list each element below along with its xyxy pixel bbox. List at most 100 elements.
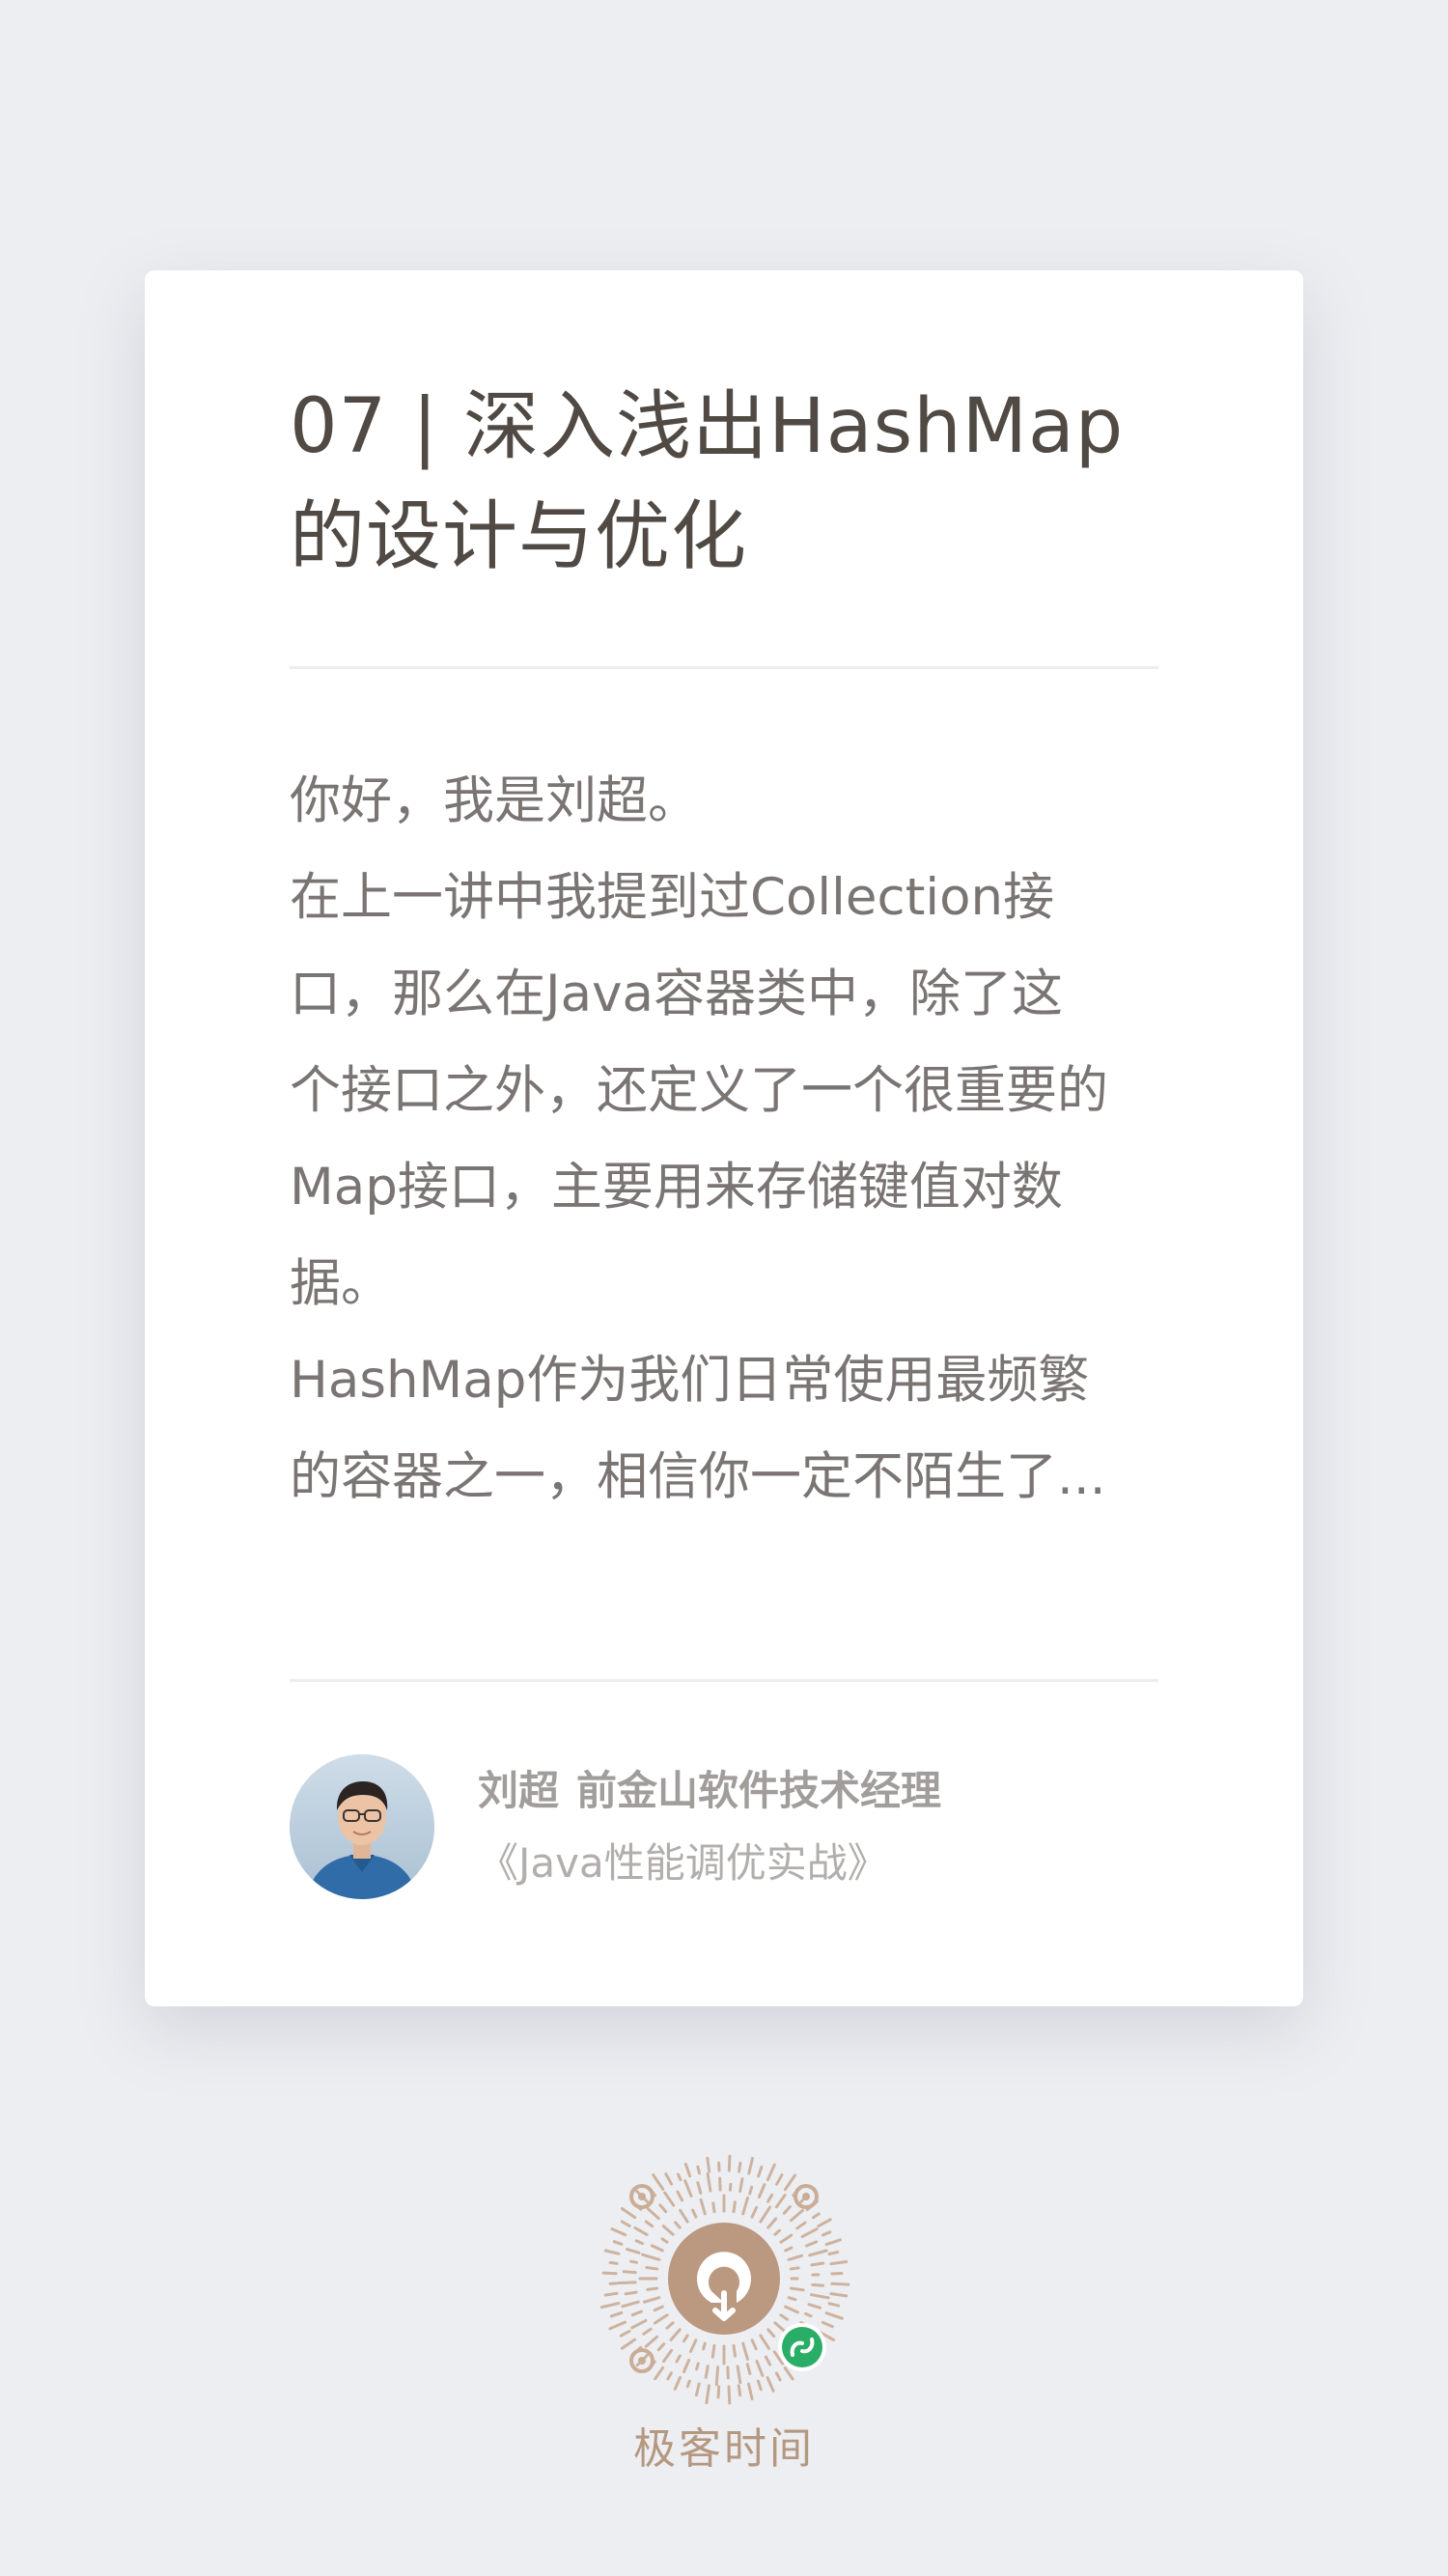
qr-dash (821, 2230, 832, 2237)
qr-dash (645, 2266, 659, 2271)
qr-dash (716, 2385, 721, 2399)
qr-dash (824, 2238, 842, 2247)
qr-dash (674, 2221, 682, 2229)
qr-dash (766, 2163, 776, 2182)
qr-dash (683, 2162, 692, 2178)
qr-dash (784, 2246, 794, 2253)
qr-dash (699, 2198, 707, 2216)
qr-dash (727, 2385, 732, 2405)
brand-name: 极客时间 (633, 2424, 815, 2474)
qr-dash (741, 2197, 749, 2216)
qr-dash (824, 2311, 844, 2320)
qr-dash (805, 2240, 819, 2248)
qr-dash (812, 2212, 821, 2220)
qr-dash (728, 2182, 733, 2192)
qr-dash (795, 2221, 807, 2230)
excerpt-line: 个接口之外，还定义了一个很重要的 (290, 1061, 1108, 1120)
qr-dash (682, 2359, 691, 2373)
qr-dash (608, 2260, 619, 2265)
qr-dash (619, 2329, 631, 2338)
qr-dash (710, 2343, 716, 2359)
qr-dash (766, 2376, 775, 2393)
qr-dash (750, 2338, 758, 2351)
qr-dash (783, 2366, 794, 2381)
qr-dash (747, 2382, 754, 2401)
qr-dash (669, 2328, 682, 2341)
qr-dash (658, 2203, 668, 2214)
qr-dash (811, 2282, 825, 2287)
qr-dash (620, 2220, 631, 2227)
qr-dash (603, 2249, 621, 2255)
qr-dash (656, 2342, 666, 2352)
qr-dash (827, 2251, 840, 2255)
excerpt-line: HashMap作为我们日常使用最频繁 (290, 1351, 1090, 1410)
qr-dash (622, 2270, 637, 2275)
qr-dash (696, 2181, 703, 2195)
article-title: 07 | 深入浅出HashMap 的设计与优化 (290, 372, 1158, 592)
qr-dash (704, 2365, 710, 2379)
qr-dash (641, 2253, 661, 2261)
qr-dash (624, 2290, 638, 2296)
qr-dash (766, 2193, 774, 2203)
qr-dash (808, 2249, 828, 2257)
qr-dash (664, 2172, 674, 2186)
mini-program-code[interactable] (594, 2148, 854, 2409)
mini-program-code-icon (599, 2154, 850, 2405)
course-name: 《Java性能调优实战》 (478, 1839, 888, 1887)
author-divider (290, 1679, 1158, 1682)
qr-dash (789, 2266, 800, 2271)
author-name: 刘超 (478, 1767, 560, 1814)
qr-dash (643, 2296, 661, 2304)
author-name-line: 刘超 前金山软件技术经理 (478, 1764, 941, 1818)
qr-dash (737, 2384, 742, 2397)
qr-dash (644, 2220, 654, 2228)
qr-dash (646, 2207, 660, 2221)
qr-dash (718, 2176, 722, 2192)
qr-dash (677, 2172, 682, 2181)
qr-dash (784, 2305, 799, 2314)
qr-dash (804, 2311, 813, 2318)
qr-dash (689, 2338, 698, 2353)
qr-dash (779, 2233, 794, 2244)
qr-dash (654, 2313, 669, 2325)
qr-dash (732, 2200, 737, 2214)
qr-dash (665, 2321, 675, 2330)
qr-dash (755, 2360, 765, 2377)
excerpt-line: Map接口，主要用来存储键值对数 (290, 1158, 1063, 1217)
qr-dash (741, 2341, 749, 2361)
excerpt-line: 在上一讲中我提到过Collection接 (290, 868, 1055, 927)
qr-dash (789, 2286, 805, 2292)
qr-dash (673, 2375, 682, 2391)
qr-dash (644, 2335, 659, 2348)
qr-dash (817, 2218, 832, 2228)
qr-dash (756, 2379, 763, 2392)
qr-dash (666, 2371, 673, 2381)
qr-dash (626, 2248, 641, 2254)
qr-dash (661, 2225, 675, 2236)
qr-dash (653, 2305, 664, 2312)
excerpt-line: 据。 (290, 1254, 392, 1313)
qr-dash (830, 2272, 844, 2276)
qr-dash (621, 2207, 637, 2220)
qr-dash (630, 2310, 643, 2317)
qr-dash (660, 2237, 669, 2244)
qr-dash (766, 2328, 776, 2338)
qr-dash (642, 2327, 653, 2336)
qr-dash (830, 2282, 850, 2286)
qr-dash (609, 2310, 624, 2318)
qr-dash (779, 2313, 790, 2321)
qr-dash (757, 2165, 764, 2178)
qr-dash (696, 2165, 701, 2175)
qr-dash (807, 2303, 821, 2310)
qr-dash (685, 2379, 691, 2389)
qr-dash (787, 2296, 797, 2302)
qr-dash (759, 2205, 772, 2224)
qr-dash (616, 2281, 637, 2285)
qr-dash (810, 2261, 825, 2267)
qr-dash (662, 2348, 674, 2364)
qr-dash (738, 2161, 742, 2173)
qr-dash (676, 2190, 684, 2202)
qr-dash (773, 2228, 781, 2236)
qr-dash (757, 2183, 766, 2198)
article-excerpt: 你好，我是刘超。 在上一讲中我提到过Collection接 口，那么在Java容… (290, 753, 1158, 1526)
